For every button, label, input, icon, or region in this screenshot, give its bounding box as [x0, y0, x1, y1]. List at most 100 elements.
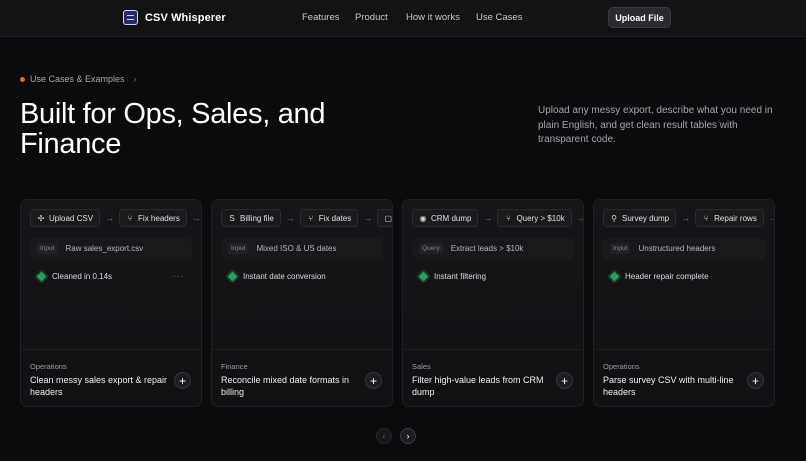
io-value: Mixed ISO & US dates — [256, 244, 337, 253]
card-io-field: Input Raw sales_export.csv — [30, 238, 192, 259]
branch-icon: ⑂ — [127, 213, 133, 223]
branch-icon: ⑂ — [506, 213, 511, 223]
plus-icon[interactable]: + — [747, 372, 764, 389]
page-title: Built for Ops, Sales, and Finance — [20, 98, 326, 160]
plus-icon[interactable]: + — [174, 372, 191, 389]
more-icon[interactable]: ··· — [173, 272, 184, 281]
card-title: Parse survey CSV with multi-line headers — [603, 375, 734, 397]
card-io-field: Query Extract leads > $10k — [412, 238, 574, 259]
pipeline-step: S Billing file — [221, 209, 281, 227]
card-io-field: Input Mixed ISO & US dates — [221, 238, 383, 259]
status-text: Header repair complete — [625, 272, 709, 281]
result-status: Cleaned in 0.14s — [36, 271, 113, 282]
success-diamond-icon — [609, 271, 620, 282]
card-category: Finance — [221, 362, 248, 371]
success-diamond-icon — [227, 271, 238, 282]
pipeline-step-label: Query > $10k — [516, 213, 565, 223]
io-value: Extract leads > $10k — [450, 244, 524, 253]
status-text: Instant filtering — [434, 272, 487, 281]
branch-icon: ⑂ — [703, 213, 709, 223]
use-case-card[interactable]: S Billing file → ⑂ Fix dates → ▢ I → Inp… — [211, 199, 393, 407]
chevron-right-icon: › — [133, 74, 137, 84]
status-text: Cleaned in 0.14s — [52, 272, 113, 281]
stripe-icon: S — [229, 213, 235, 223]
top-nav: CSV Whisperer Features Product How it wo… — [0, 0, 806, 37]
breadcrumb: Use Cases & Examples › — [20, 74, 137, 84]
card-category: Sales — [412, 362, 431, 371]
pipeline-step: ✣ Upload CSV — [30, 209, 101, 227]
success-diamond-icon — [418, 271, 429, 282]
pipeline-step-label: Fix dates — [318, 213, 352, 223]
carousel-prev-button[interactable]: ‹ — [376, 428, 392, 444]
hero-description: Upload any messy export, describe what y… — [538, 105, 773, 145]
status-dot-icon — [20, 76, 25, 82]
pipeline-step: ◉ CRM dump — [412, 209, 479, 227]
branch-icon: ⑂ — [308, 213, 314, 223]
use-case-card[interactable]: ✣ Upload CSV → ⑂ Fix headers → Input Raw… — [20, 199, 202, 407]
card-title: Clean messy sales export & repair header… — [30, 375, 168, 397]
plus-icon[interactable]: + — [365, 372, 382, 389]
pipeline: ⚲ Survey dump → ⑂ Repair rows → — [603, 209, 774, 227]
carousel-next-button[interactable]: › — [400, 428, 416, 444]
card-preview: ✣ Upload CSV → ⑂ Fix headers → Input Raw… — [21, 200, 201, 350]
io-value: Raw sales_export.csv — [65, 244, 144, 253]
result-status: Header repair complete — [609, 271, 709, 282]
brand[interactable]: CSV Whisperer — [123, 10, 226, 25]
upload-file-button[interactable]: Upload File — [608, 7, 671, 28]
card-preview: ⚲ Survey dump → ⑂ Repair rows → Input Un… — [594, 200, 774, 350]
arrow-right-icon: → — [681, 213, 691, 223]
use-case-card[interactable]: ◉ CRM dump → ⑂ Query > $10k → Query Extr… — [402, 199, 584, 407]
nav-link-how-it-works[interactable]: How it works — [406, 12, 460, 23]
arrow-right-icon: → — [363, 213, 373, 223]
pipeline-step-label: CRM dump — [431, 213, 472, 223]
pipeline: ◉ CRM dump → ⑂ Query > $10k → — [412, 209, 583, 227]
csv-logo-icon — [123, 10, 138, 25]
io-value: Unstructured headers — [638, 244, 716, 253]
pipeline-step: ⑂ Fix headers — [119, 209, 187, 227]
io-tag: Input — [228, 243, 249, 254]
chat-icon: ▢ — [384, 213, 393, 223]
card-preview: S Billing file → ⑂ Fix dates → ▢ I → Inp… — [212, 200, 392, 350]
arrow-right-icon: → — [769, 213, 774, 223]
nav-link-product[interactable]: Product — [355, 12, 388, 23]
nav-link-features[interactable]: Features — [302, 12, 340, 23]
arrow-right-icon: → — [191, 213, 201, 223]
result-status: Instant date conversion — [227, 271, 326, 282]
arrow-right-icon: → — [105, 213, 115, 223]
arrow-right-icon: → — [577, 213, 583, 223]
pipeline-step: ▢ I — [377, 209, 393, 227]
use-case-card[interactable]: ⚲ Survey dump → ⑂ Repair rows → Input Un… — [593, 199, 775, 407]
pipeline-step-label: Upload CSV — [49, 213, 94, 223]
pipeline-step: ⑂ Fix dates — [299, 209, 359, 227]
io-tag: Query — [419, 243, 443, 254]
eyebrow-label[interactable]: Use Cases & Examples — [30, 74, 125, 84]
pipeline-step: ⑂ Query > $10k — [497, 209, 572, 227]
card-preview: ◉ CRM dump → ⑂ Query > $10k → Query Extr… — [403, 200, 583, 350]
github-icon: ◉ — [419, 213, 427, 223]
pipeline: S Billing file → ⑂ Fix dates → ▢ I → — [221, 209, 393, 227]
nav-link-use-cases[interactable]: Use Cases — [476, 12, 522, 23]
io-tag: Input — [37, 243, 58, 254]
io-tag: Input — [610, 243, 631, 254]
plus-icon[interactable]: + — [556, 372, 573, 389]
card-title: Reconcile mixed date formats in billing — [221, 375, 350, 397]
workflow-icon: ⚲ — [611, 213, 617, 223]
card-category: Operations — [603, 362, 640, 371]
brand-name: CSV Whisperer — [145, 11, 226, 24]
arrow-right-icon: → — [285, 213, 295, 223]
success-diamond-icon — [36, 271, 47, 282]
card-io-field: Input Unstructured headers — [603, 238, 765, 259]
card-category: Operations — [30, 362, 67, 371]
slack-icon: ✣ — [37, 213, 45, 223]
pipeline-step-label: Survey dump — [622, 213, 670, 223]
pipeline-step: ⑂ Repair rows — [695, 209, 764, 227]
arrow-right-icon: → — [483, 213, 493, 223]
card-title: Filter high-value leads from CRM dump — [412, 375, 544, 397]
pipeline-step: ⚲ Survey dump — [603, 209, 677, 227]
pipeline: ✣ Upload CSV → ⑂ Fix headers → — [30, 209, 201, 227]
status-text: Instant date conversion — [243, 272, 326, 281]
pipeline-step-label: Billing file — [240, 213, 274, 223]
result-status: Instant filtering — [418, 271, 487, 282]
pipeline-step-label: Fix headers — [138, 213, 180, 223]
pipeline-step-label: Repair rows — [714, 213, 757, 223]
